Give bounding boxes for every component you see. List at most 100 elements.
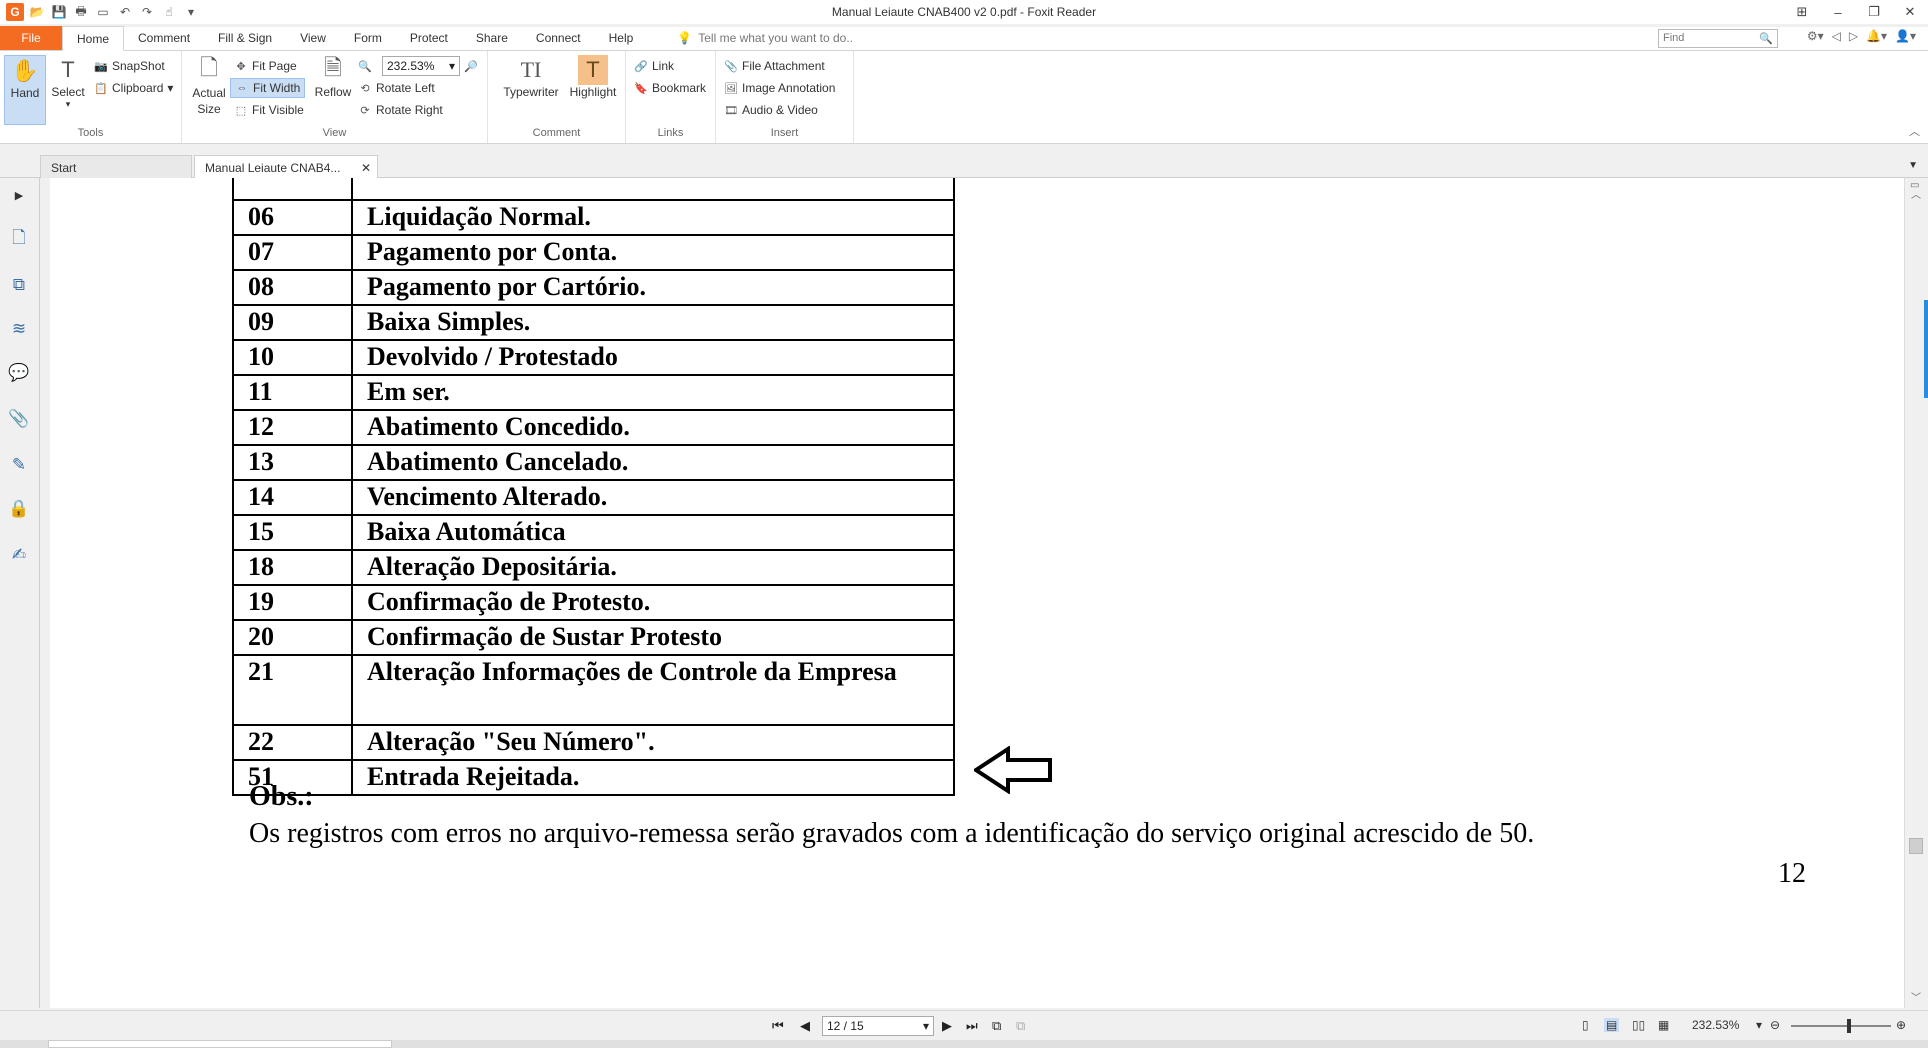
table-cell-code: 21 <box>232 654 353 726</box>
save-icon[interactable]: 💾 <box>50 3 68 21</box>
tab-connect[interactable]: Connect <box>522 26 595 50</box>
tabs-dropdown-icon[interactable]: ▼ <box>1908 160 1918 171</box>
close-tab-icon[interactable]: ✕ <box>361 161 371 175</box>
tab-view[interactable]: View <box>286 26 340 50</box>
continuous-facing-icon[interactable]: ▦ <box>1658 1018 1669 1032</box>
rotate-left-button[interactable]: ⟲ Rotate Left <box>358 78 434 98</box>
bookmark-button[interactable]: 🔖 Bookmark <box>634 78 706 98</box>
find-input[interactable]: Find 🔍 <box>1658 29 1778 48</box>
document-view[interactable]: 06 Liquidação Normal. 07 Pagamento por Cont… <box>50 178 1904 1008</box>
minimize-button[interactable]: – <box>1820 0 1856 24</box>
scroll-top-icon[interactable]: ︿ <box>1911 186 1921 201</box>
search-icon[interactable]: 🔍 <box>1759 32 1773 45</box>
tab-protect[interactable]: Protect <box>396 26 462 50</box>
taskbar-strip <box>0 1040 1928 1048</box>
tell-me-box[interactable]: 💡 Tell me what you want to do.. <box>647 26 853 50</box>
zoom-select[interactable]: 232.53% ▾ <box>382 56 460 76</box>
zoom-slider[interactable] <box>1791 1019 1891 1033</box>
tab-current-document[interactable]: Manual Leiaute CNAB4... ✕ <box>194 155 378 178</box>
comments-panel-icon[interactable]: 💬 <box>8 362 30 384</box>
file-attachment-button[interactable]: 📎 File Attachment <box>724 56 825 76</box>
scroll-thumb[interactable] <box>1909 838 1923 854</box>
restore-button[interactable]: ❐ <box>1856 0 1892 24</box>
highlight-button[interactable]: T Highlight <box>566 55 620 99</box>
tab-share[interactable]: Share <box>462 26 522 50</box>
table-cell-desc: Entrada Rejeitada. <box>351 759 955 796</box>
tab-fill-sign[interactable]: Fill & Sign <box>204 26 286 50</box>
snapshot-button[interactable]: 📷 SnapShot <box>94 56 165 76</box>
zoom-out-icon: 🔍 <box>358 60 372 73</box>
grid-icon[interactable]: ⊞ <box>1784 0 1820 24</box>
next-page-icon[interactable]: ▶ <box>942 1018 952 1034</box>
ribbon: ✋ Hand T Select ▾ 📷 SnapShot 📋 Clipboard… <box>0 51 1928 144</box>
bookmark-label: Bookmark <box>652 81 707 95</box>
forward-icon[interactable]: ▷ <box>1849 29 1858 43</box>
back-icon[interactable]: ◁ <box>1832 29 1841 43</box>
fit-page-button[interactable]: ✥ Fit Page <box>234 56 296 76</box>
clipboard-button[interactable]: 📋 Clipboard ▾ <box>94 78 173 98</box>
table-cell-desc <box>351 178 955 201</box>
customize-icon[interactable]: ▾ <box>182 3 200 21</box>
zoom-in-button[interactable]: 🔎 <box>464 56 478 76</box>
hand-tool-icon[interactable]: ☝ <box>160 3 178 21</box>
tab-form[interactable]: Form <box>340 26 396 50</box>
previous-view-icon[interactable]: ⧉ <box>992 1018 1001 1034</box>
notification-icon[interactable]: 🔔▾ <box>1866 29 1887 43</box>
expand-panel-icon[interactable]: ▶ <box>8 184 30 206</box>
page-indicator: 12 / 15 <box>827 1019 864 1033</box>
tab-help[interactable]: Help <box>595 26 648 50</box>
table-row: 06 Liquidação Normal. <box>232 199 955 236</box>
fit-visible-button[interactable]: ⬚ Fit Visible <box>234 100 304 120</box>
scroll-down-icon[interactable]: ﹀ <box>1911 989 1921 1004</box>
last-page-icon[interactable]: ⏭ <box>966 1018 978 1034</box>
pages-panel-icon[interactable]: ⧉ <box>8 274 30 296</box>
status-zoom-value[interactable]: 232.53% <box>1692 1018 1739 1032</box>
hand-button[interactable]: ✋ Hand <box>4 55 46 125</box>
previous-page-icon[interactable]: ◀ <box>800 1018 810 1034</box>
zoom-in-icon[interactable]: ⊕ <box>1896 1018 1906 1032</box>
tab-start[interactable]: Start <box>40 155 192 178</box>
fields-panel-icon[interactable]: ✍ <box>8 544 30 566</box>
signatures-panel-icon[interactable]: ✎ <box>8 454 30 476</box>
collapse-ribbon-icon[interactable]: ︿ <box>1909 123 1920 139</box>
typewriter-button[interactable]: TI Typewriter <box>498 55 564 99</box>
window-icon[interactable]: ▭ <box>94 3 112 21</box>
first-page-icon[interactable]: ⏮ <box>772 1018 784 1034</box>
next-view-icon[interactable]: ⧉ <box>1016 1018 1025 1034</box>
reflow-button[interactable]: 🗎 Reflow <box>312 55 354 99</box>
single-page-icon[interactable]: ▯ <box>1582 1018 1589 1032</box>
tab-comment[interactable]: Comment <box>124 26 204 50</box>
image-annotation-button[interactable]: 🖼 Image Annotation <box>724 78 835 98</box>
settings-icon[interactable]: ⚙▾ <box>1807 29 1824 43</box>
link-button[interactable]: 🔗 Link <box>634 56 674 76</box>
print-icon[interactable]: 🖶 <box>72 3 90 21</box>
security-panel-icon[interactable]: 🔒 <box>8 498 30 520</box>
close-button[interactable]: ✕ <box>1892 0 1928 24</box>
page-number-input[interactable]: 12 / 15 ▾ <box>822 1016 934 1036</box>
tab-file[interactable]: File <box>0 26 62 50</box>
facing-page-icon[interactable]: ▯▯ <box>1632 1018 1645 1032</box>
select-button[interactable]: T Select ▾ <box>50 55 86 110</box>
continuous-page-icon[interactable]: ▤ <box>1604 1018 1620 1032</box>
zoom-dropdown-icon[interactable]: ▾ <box>1756 1018 1762 1032</box>
zoom-out-icon[interactable]: ⊖ <box>1770 1018 1780 1032</box>
layers-panel-icon[interactable]: ≋ <box>8 318 30 340</box>
zoom-slider-knob[interactable] <box>1847 1019 1851 1033</box>
taskbar-item[interactable] <box>48 1040 392 1048</box>
zoom-out-button[interactable]: 🔍 <box>358 56 372 76</box>
attachments-panel-icon[interactable]: 📎 <box>8 408 30 430</box>
fit-width-button[interactable]: ⇔ Fit Width <box>230 78 306 98</box>
redo-icon[interactable]: ↷ <box>138 3 156 21</box>
actual-size-button[interactable]: 🗋 Actual Size <box>190 55 228 117</box>
user-icon[interactable]: 👤▾ <box>1895 29 1916 43</box>
undo-icon[interactable]: ↶ <box>116 3 134 21</box>
table-cell-desc: Abatimento Cancelado. <box>351 444 955 481</box>
vertical-scrollbar[interactable]: ▭ ︿ ﹀ <box>1904 178 1928 1008</box>
audio-video-button[interactable]: 🎞 Audio & Video <box>724 100 818 120</box>
select-label: Select <box>51 85 85 99</box>
tab-home[interactable]: Home <box>62 26 125 51</box>
open-icon[interactable]: 📂 <box>28 3 46 21</box>
bookmarks-panel-icon[interactable]: 🗋 <box>8 228 30 250</box>
rotate-right-button[interactable]: ⟳ Rotate Right <box>358 100 442 120</box>
typewriter-label: Typewriter <box>503 85 559 99</box>
